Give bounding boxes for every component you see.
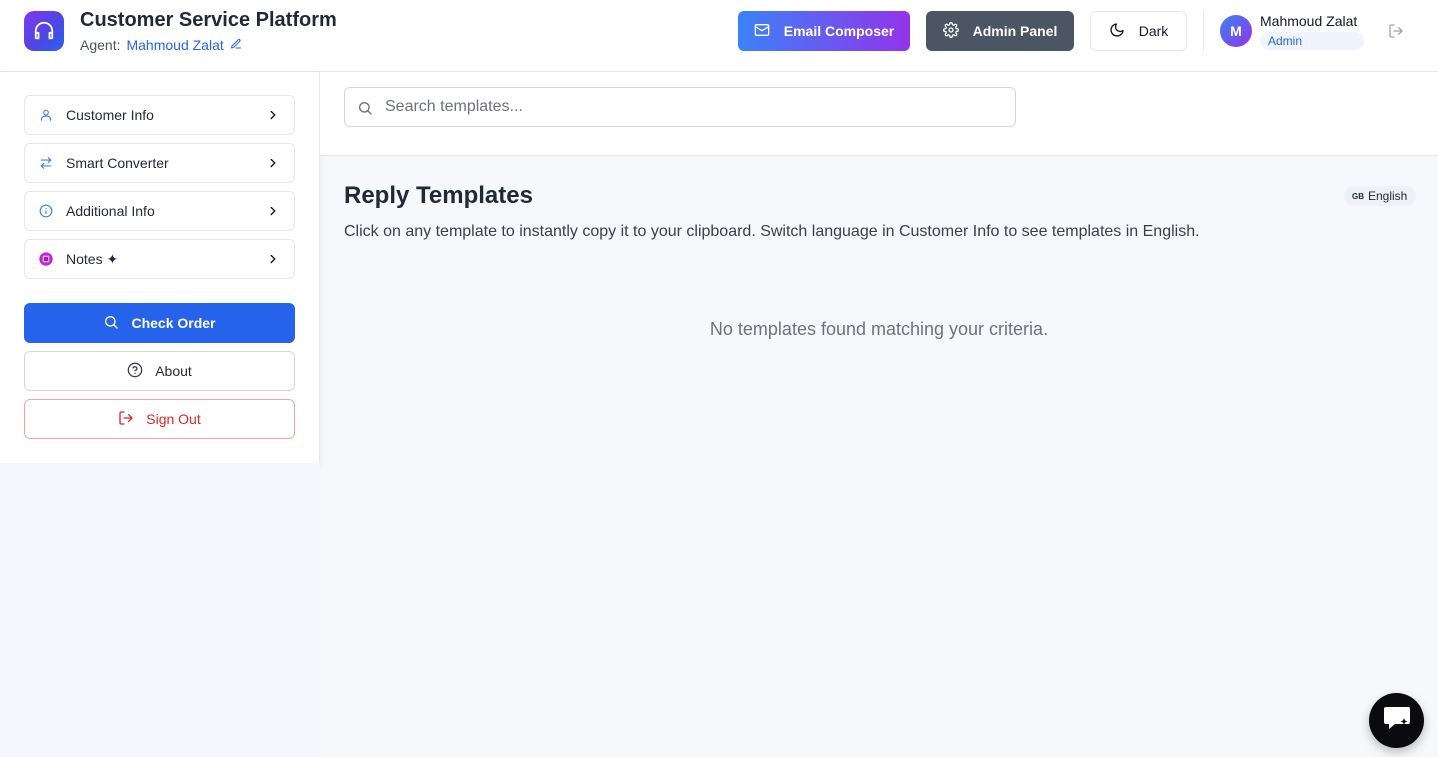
check-order-label: Check Order — [131, 315, 216, 331]
sidebar-item-label: Smart Converter — [66, 155, 169, 171]
moon-icon — [1109, 22, 1125, 41]
agent-line: Agent: Mahmoud Zalat — [80, 37, 242, 53]
page-description: Click on any template to instantly copy … — [344, 223, 1200, 240]
language-flag: GB — [1352, 191, 1364, 201]
chevron-right-icon — [266, 204, 280, 218]
chevron-right-icon — [266, 252, 280, 266]
agent-name-link[interactable]: Mahmoud Zalat — [126, 37, 223, 53]
chevron-right-icon — [266, 156, 280, 170]
notes-icon — [38, 251, 54, 267]
search-icon — [357, 100, 373, 116]
search-input[interactable] — [385, 88, 1005, 126]
user-icon — [38, 107, 54, 123]
sidebar-item-label: Customer Info — [66, 107, 154, 123]
page-title: Reply Templates — [344, 182, 533, 209]
email-composer-button[interactable]: Email Composer — [738, 11, 910, 51]
sidebar-item-smart-converter[interactable]: Smart Converter — [24, 143, 295, 183]
edit-pencil-icon[interactable] — [230, 37, 242, 53]
gear-icon — [942, 21, 959, 41]
about-button[interactable]: About — [24, 351, 295, 391]
admin-panel-button[interactable]: Admin Panel — [926, 11, 1074, 51]
sidebar-item-notes[interactable]: Notes ✦ — [24, 239, 295, 279]
about-label: About — [155, 363, 192, 379]
role-badge: Admin — [1260, 32, 1364, 50]
sign-out-label: Sign Out — [146, 411, 201, 427]
language-badge: GB English — [1344, 186, 1416, 206]
chat-bubble-icon — [1382, 704, 1412, 737]
email-composer-label: Email Composer — [783, 23, 895, 39]
empty-state-message: No templates found matching your criteri… — [709, 319, 1049, 339]
header-divider — [1203, 11, 1204, 51]
language-label: English — [1368, 189, 1408, 203]
search-icon — [103, 314, 119, 333]
info-icon — [38, 203, 54, 219]
sidebar-item-additional-info[interactable]: Additional Info — [24, 191, 295, 231]
help-circle-icon — [127, 362, 143, 381]
dark-mode-label: Dark — [1138, 23, 1169, 39]
sidebar-background — [0, 463, 320, 757]
agent-label: Agent: — [80, 37, 121, 53]
headset-logo-icon — [24, 11, 64, 51]
admin-panel-label: Admin Panel — [972, 23, 1058, 39]
user-name: Mahmoud Zalat — [1260, 13, 1358, 29]
sign-out-icon — [118, 410, 134, 429]
check-order-button[interactable]: Check Order — [24, 303, 295, 343]
search-box[interactable] — [344, 87, 1016, 127]
chat-button[interactable] — [1369, 693, 1424, 748]
avatar[interactable]: M — [1220, 15, 1252, 47]
sidebar-item-label: Notes ✦ — [66, 250, 119, 267]
chevron-right-icon — [266, 108, 280, 122]
sidebar-item-label: Additional Info — [66, 203, 155, 219]
logout-icon[interactable] — [1388, 23, 1404, 39]
dark-mode-toggle[interactable]: Dark — [1090, 11, 1187, 51]
sign-out-button[interactable]: Sign Out — [24, 399, 295, 439]
app-title: Customer Service Platform — [80, 9, 337, 31]
top-header: Customer Service Platform Agent: Mahmoud… — [0, 0, 1438, 72]
sidebar-item-customer-info[interactable]: Customer Info — [24, 95, 295, 135]
mail-icon — [754, 22, 770, 41]
swap-arrows-icon — [38, 155, 54, 171]
